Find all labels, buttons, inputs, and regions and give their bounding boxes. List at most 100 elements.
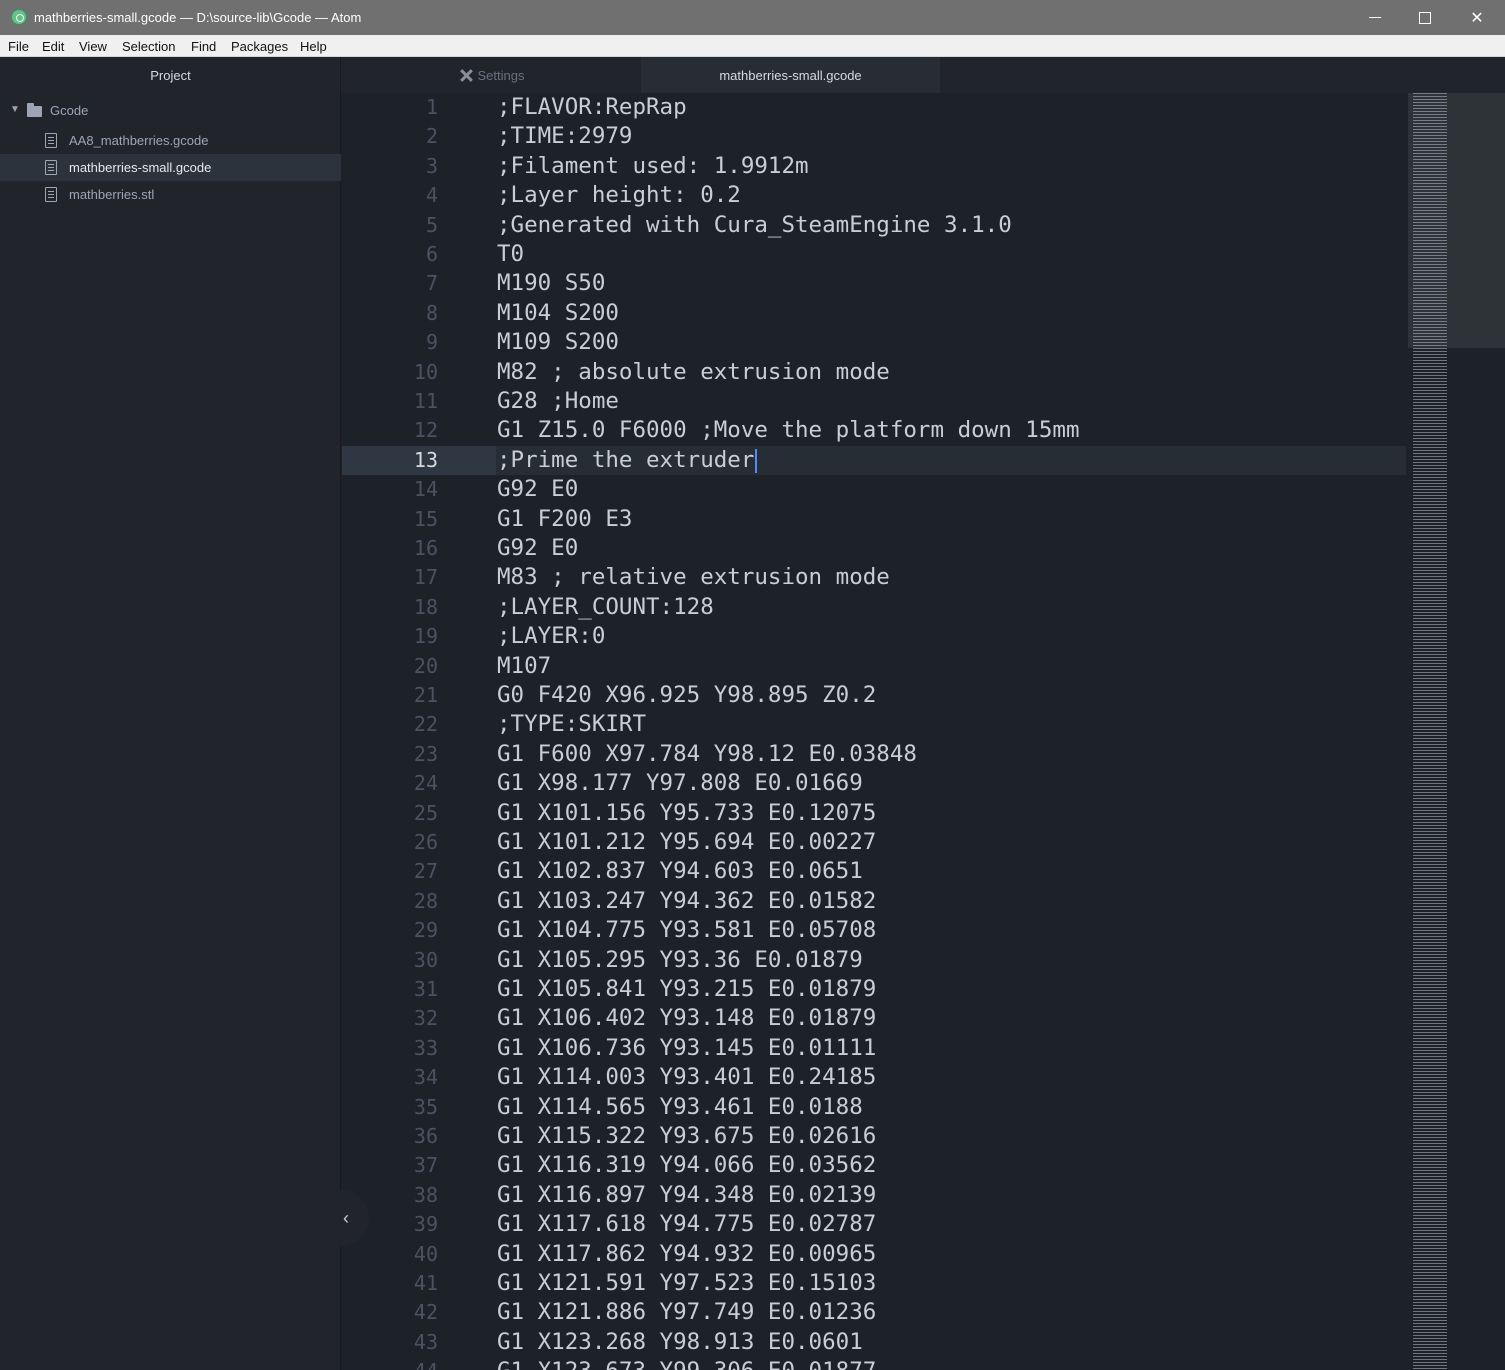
code-line-text[interactable]: G1 X105.841 Y93.215 E0.01879 (497, 975, 876, 1004)
editor-line[interactable]: 8 M104 S200 (342, 299, 1406, 328)
code-line-text[interactable]: G1 X123.673 Y99.306 E0.01877 (497, 1357, 876, 1370)
code-line-text[interactable]: ;Filament used: 1.9912m (497, 152, 809, 181)
editor-line[interactable]: 34 G1 X114.003 Y93.401 E0.24185 (342, 1063, 1406, 1092)
code-line-text[interactable]: G1 X101.156 Y95.733 E0.12075 (497, 799, 876, 828)
editor-line[interactable]: 32 G1 X106.402 Y93.148 E0.01879 (342, 1004, 1406, 1033)
code-line-text[interactable]: G1 X102.837 Y94.603 E0.0651 (497, 857, 863, 886)
code-line-text[interactable]: M109 S200 (497, 328, 619, 357)
tree-root-gcode[interactable]: ▼ Gcode (0, 99, 341, 123)
code-editor[interactable]: 1 ;FLAVOR:RepRap 2 ;TIME:2979 3 ;Filament use… (342, 93, 1505, 1370)
code-line-text[interactable]: ;Prime the extruder (497, 446, 754, 475)
editor-line[interactable]: 35 G1 X114.565 Y93.461 E0.0188 (342, 1093, 1406, 1122)
editor-line[interactable]: 44G1 X123.673 Y99.306 E0.01877 (342, 1357, 1406, 1370)
editor-line[interactable]: 39 G1 X117.618 Y94.775 E0.02787 (342, 1210, 1406, 1239)
code-line-text[interactable]: ;Generated with Cura_SteamEngine 3.1.0 (497, 211, 1012, 240)
code-line-text[interactable]: G1 X98.177 Y97.808 E0.01669 (497, 769, 863, 798)
editor-line[interactable]: 14 G92 E0 (342, 475, 1406, 504)
maximize-button[interactable] (1400, 0, 1450, 35)
code-line-text[interactable]: G1 F200 E3 (497, 505, 632, 534)
editor-line[interactable]: 5 ;Generated with Cura_SteamEngine 3.1.0 (342, 211, 1406, 240)
editor-line[interactable]: 38 G1 X116.897 Y94.348 E0.02139 (342, 1181, 1406, 1210)
code-line-text[interactable]: G1 X114.565 Y93.461 E0.0188 (497, 1093, 863, 1122)
editor-line[interactable]: 20 M107 (342, 652, 1406, 681)
close-button[interactable]: ✕ (1452, 0, 1502, 35)
code-line-text[interactable]: G1 X106.402 Y93.148 E0.01879 (497, 1004, 876, 1033)
editor-line[interactable]: 41 G1 X121.591 Y97.523 E0.15103 (342, 1269, 1406, 1298)
code-line-text[interactable]: G92 E0 (497, 475, 578, 504)
minimap[interactable] (1408, 93, 1505, 1370)
editor-line[interactable]: 6 T0 (342, 240, 1406, 269)
menu-edit[interactable]: Edit (42, 39, 64, 54)
editor-line[interactable]: 40 G1 X117.862 Y94.932 E0.00965 (342, 1240, 1406, 1269)
editor-line[interactable]: 4 ;Layer height: 0.2 (342, 181, 1406, 210)
tree-file-mathberries-stl[interactable]: mathberries.stl (0, 181, 341, 208)
code-line-text[interactable]: ;Layer height: 0.2 (497, 181, 741, 210)
code-line-text[interactable]: G1 X101.212 Y95.694 E0.00227 (497, 828, 876, 857)
menu-view[interactable]: View (79, 39, 107, 54)
code-line-text[interactable]: G1 X114.003 Y93.401 E0.24185 (497, 1063, 876, 1092)
tree-file-mathberries-small[interactable]: mathberries-small.gcode (0, 154, 341, 181)
editor-line[interactable]: 27 G1 X102.837 Y94.603 E0.0651 (342, 857, 1406, 886)
code-line-text[interactable]: G1 X106.736 Y93.145 E0.01111 (497, 1034, 876, 1063)
editor-line[interactable]: 11 G28 ;Home (342, 387, 1406, 416)
editor-line[interactable]: 9 M109 S200 (342, 328, 1406, 357)
editor-line[interactable]: 21 G0 F420 X96.925 Y98.895 Z0.2 (342, 681, 1406, 710)
tree-file-aa8-mathberries[interactable]: AA8_mathberries.gcode (0, 127, 341, 154)
editor-line[interactable]: 18 ;LAYER_COUNT:128 (342, 593, 1406, 622)
menu-packages[interactable]: Packages (231, 39, 288, 54)
editor-line[interactable]: 26 G1 X101.212 Y95.694 E0.00227 (342, 828, 1406, 857)
editor-line[interactable]: 16 G92 E0 (342, 534, 1406, 563)
menu-find[interactable]: Find (191, 39, 216, 54)
code-line-text[interactable]: G1 X115.322 Y93.675 E0.02616 (497, 1122, 876, 1151)
code-line-text[interactable]: G0 F420 X96.925 Y98.895 Z0.2 (497, 681, 876, 710)
editor-line[interactable]: 29 G1 X104.775 Y93.581 E0.05708 (342, 916, 1406, 945)
editor-line[interactable]: 7 M190 S50 (342, 269, 1406, 298)
code-line-text[interactable]: M82 ; absolute extrusion mode (497, 358, 890, 387)
editor-lines[interactable]: 1 ;FLAVOR:RepRap 2 ;TIME:2979 3 ;Filament use… (342, 93, 1406, 1370)
code-line-text[interactable]: M190 S50 (497, 269, 605, 298)
editor-line[interactable]: 10 M82 ; absolute extrusion mode (342, 358, 1406, 387)
tab-mathberries-small[interactable]: mathberries-small.gcode (641, 57, 940, 93)
editor-line[interactable]: 22 ;TYPE:SKIRT (342, 710, 1406, 739)
editor-line[interactable]: 37 G1 X116.319 Y94.066 E0.03562 (342, 1151, 1406, 1180)
editor-line[interactable]: 25 G1 X101.156 Y95.733 E0.12075 (342, 799, 1406, 828)
code-line-text[interactable]: G1 X117.862 Y94.932 E0.00965 (497, 1240, 876, 1269)
minimize-button[interactable] (1350, 0, 1400, 35)
code-line-text[interactable]: G1 X103.247 Y94.362 E0.01582 (497, 887, 876, 916)
editor-line[interactable]: 23 G1 F600 X97.784 Y98.12 E0.03848 (342, 740, 1406, 769)
code-line-text[interactable]: ;TYPE:SKIRT (497, 710, 646, 739)
menu-help[interactable]: Help (300, 39, 327, 54)
code-line-text[interactable]: G1 Z15.0 F6000 ;Move the platform down 1… (497, 416, 1079, 445)
code-line-text[interactable]: ;FLAVOR:RepRap (497, 93, 687, 122)
editor-line[interactable]: 12 G1 Z15.0 F6000 ;Move the platform down… (342, 416, 1406, 445)
code-line-text[interactable]: M83 ; relative extrusion mode (497, 563, 890, 592)
editor-line[interactable]: 19 ;LAYER:0 (342, 622, 1406, 651)
code-line-text[interactable]: G1 X117.618 Y94.775 E0.02787 (497, 1210, 876, 1239)
editor-line[interactable]: 1 ;FLAVOR:RepRap (342, 93, 1406, 122)
code-line-text[interactable]: G1 X105.295 Y93.36 E0.01879 (497, 946, 863, 975)
editor-line[interactable]: 28 G1 X103.247 Y94.362 E0.01582 (342, 887, 1406, 916)
editor-line[interactable]: 43 G1 X123.268 Y98.913 E0.0601 (342, 1328, 1406, 1357)
code-line-text[interactable]: ;LAYER_COUNT:128 (497, 593, 714, 622)
menu-selection[interactable]: Selection (122, 39, 175, 54)
code-line-text[interactable]: M107 (497, 652, 551, 681)
editor-line[interactable]: 15 G1 F200 E3 (342, 505, 1406, 534)
editor-line[interactable]: 30 G1 X105.295 Y93.36 E0.01879 (342, 946, 1406, 975)
editor-line[interactable]: 42 G1 X121.886 Y97.749 E0.01236 (342, 1298, 1406, 1327)
code-line-text[interactable]: M104 S200 (497, 299, 619, 328)
project-panel-title[interactable]: Project (0, 57, 341, 93)
code-line-text[interactable]: G92 E0 (497, 534, 578, 563)
code-line-text[interactable]: G1 X123.268 Y98.913 E0.0601 (497, 1328, 863, 1357)
code-line-text[interactable]: T0 (497, 240, 524, 269)
editor-line[interactable]: 13 ;Prime the extruder (342, 445, 1406, 476)
editor-line[interactable]: 31 G1 X105.841 Y93.215 E0.01879 (342, 975, 1406, 1004)
editor-line[interactable]: 2 ;TIME:2979 (342, 122, 1406, 151)
editor-line[interactable]: 33 G1 X106.736 Y93.145 E0.01111 (342, 1034, 1406, 1063)
code-line-text[interactable]: G1 X104.775 Y93.581 E0.05708 (497, 916, 876, 945)
code-line-text[interactable]: G1 F600 X97.784 Y98.12 E0.03848 (497, 740, 917, 769)
code-line-text[interactable]: ;TIME:2979 (497, 122, 632, 151)
editor-line[interactable]: 24 G1 X98.177 Y97.808 E0.01669 (342, 769, 1406, 798)
code-line-text[interactable]: G1 X116.897 Y94.348 E0.02139 (497, 1181, 876, 1210)
code-line-text[interactable]: G1 X116.319 Y94.066 E0.03562 (497, 1151, 876, 1180)
code-line-text[interactable]: G1 X121.591 Y97.523 E0.15103 (497, 1269, 876, 1298)
